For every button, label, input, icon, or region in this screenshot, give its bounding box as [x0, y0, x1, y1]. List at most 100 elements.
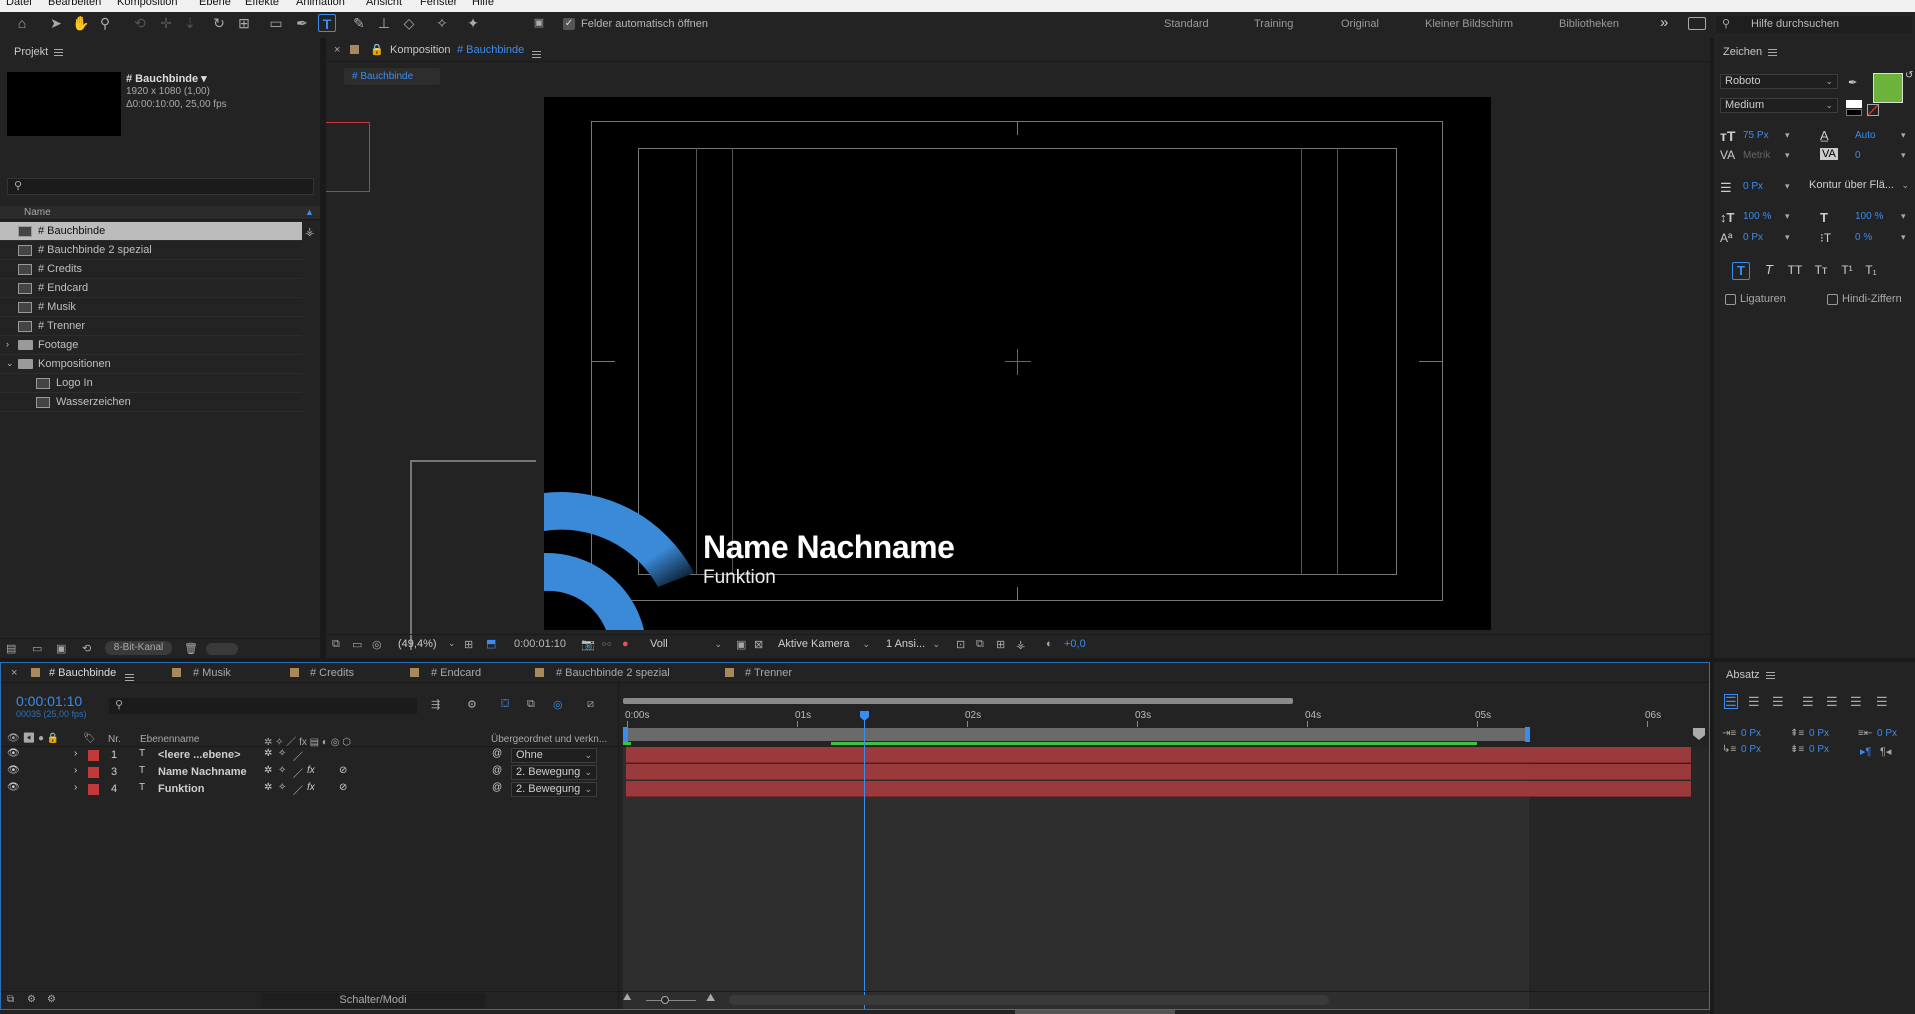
stroke-mode-dropdown[interactable]: Kontur über Flä... ⌄	[1805, 179, 1913, 194]
views-dropdown[interactable]: 1 Ansi... ⌄	[882, 638, 944, 653]
pickwhip-icon[interactable]: @	[492, 748, 502, 759]
transparency-grid-icon[interactable]: ⬒	[486, 637, 496, 650]
interpret-footage-icon[interactable]: ▤	[6, 642, 16, 655]
comp-flowchart-icon[interactable]: ⇶	[431, 698, 440, 711]
timeline-scrollbar[interactable]	[729, 995, 1329, 1005]
orbit-tool-icon[interactable]: ⟲	[131, 14, 149, 32]
column-name[interactable]: Name	[24, 207, 51, 218]
layer-name[interactable]: Name Nachname	[158, 766, 247, 778]
tsume-value[interactable]: 0 %	[1855, 232, 1872, 243]
black-swatch[interactable]	[1846, 109, 1862, 116]
chevron-down-icon[interactable]: ▾	[1785, 211, 1790, 222]
chevron-down-icon[interactable]: ▾	[1785, 130, 1790, 141]
eyedropper-icon[interactable]: ✒	[1848, 76, 1857, 89]
exposure-value[interactable]: +0,0	[1064, 638, 1086, 650]
project-item[interactable]: # Trenner	[0, 317, 302, 336]
project-item[interactable]: Wasserzeichen	[0, 393, 302, 412]
ligatures-checkbox[interactable]	[1725, 294, 1736, 305]
timeline-tab-credits[interactable]: # Credits	[310, 667, 354, 679]
flowchart-icon[interactable]: ⚶	[1016, 638, 1025, 651]
layer-row[interactable]: 👁 › T ✲ ✧ ／ fx ⊘ 4 Funktion @2. Bewegung ⌄	[1, 781, 621, 798]
project-item[interactable]: # Endcard	[0, 279, 302, 298]
project-item[interactable]: › Footage	[0, 336, 302, 355]
workspace-original[interactable]: Original	[1341, 18, 1379, 30]
region-icon[interactable]: ⊞	[464, 638, 473, 651]
eraser-tool-icon[interactable]: ◇	[400, 14, 418, 32]
pickwhip-icon[interactable]: @	[492, 782, 502, 793]
label-color-swatch[interactable]	[88, 767, 99, 778]
no-color-swatch[interactable]	[1867, 104, 1879, 116]
project-slider[interactable]	[206, 643, 238, 655]
chevron-down-icon[interactable]: ▾	[1901, 150, 1906, 161]
mask-icon[interactable]: ◎	[372, 638, 382, 651]
ltr-direction-icon[interactable]: ▸¶	[1860, 745, 1871, 758]
timeline-icon[interactable]: ⊞	[996, 638, 1005, 651]
kerning-value[interactable]: Metrik	[1743, 150, 1770, 161]
project-item[interactable]: Logo In	[0, 374, 302, 393]
roto-tool-icon[interactable]: ✧	[433, 14, 451, 32]
close-icon[interactable]: ×	[334, 44, 340, 56]
work-area-end-handle[interactable]	[1525, 727, 1530, 742]
shy-switch-icon[interactable]: ✲	[264, 765, 272, 776]
menu-icon[interactable]	[54, 48, 64, 56]
layer-bar-3[interactable]	[626, 764, 1691, 780]
draft-3d-icon[interactable]: ⚙	[467, 698, 477, 711]
faux-bold-button[interactable]: T	[1732, 262, 1750, 280]
project-search[interactable]: ⚲	[7, 178, 314, 195]
snapping-icon[interactable]: ▣	[530, 14, 548, 32]
rotate-tool-icon[interactable]: ↻	[210, 14, 228, 32]
pan-tool-icon[interactable]: ✛	[157, 14, 175, 32]
menu-ansicht[interactable]: Ansicht	[366, 0, 402, 8]
label-column-icon[interactable]: 🏷	[83, 733, 96, 744]
help-search-input[interactable]: Hilfe durchsuchen	[1751, 18, 1839, 30]
project-item[interactable]: ⌄ Kompositionen	[0, 355, 302, 374]
selection-tool-icon[interactable]: ➤	[47, 14, 65, 32]
leading-value[interactable]: Auto	[1855, 130, 1876, 141]
in-out-icon[interactable]: ⚙	[47, 994, 56, 1005]
faux-italic-button[interactable]: T	[1760, 262, 1778, 280]
chevron-down-icon[interactable]: ▾	[1785, 232, 1790, 243]
work-area-navigator[interactable]	[623, 698, 1293, 704]
motion-blur-icon[interactable]: ◎	[553, 698, 563, 711]
toggle-pixel-icon[interactable]: ⊡	[956, 638, 965, 651]
align-right-icon[interactable]: ☰	[1772, 694, 1784, 710]
comp-tab[interactable]: # Bauchbinde	[344, 68, 440, 85]
project-item[interactable]: # Bauchbinde 2 spezial	[0, 241, 302, 260]
label-color-swatch[interactable]	[88, 750, 99, 761]
puppet-tool-icon[interactable]: ✦	[464, 14, 482, 32]
chevron-down-icon[interactable]: ▾	[1901, 130, 1906, 141]
grid-icon[interactable]: ⊠	[754, 638, 763, 651]
fill-color-swatch[interactable]	[1873, 73, 1903, 103]
preview-name-text[interactable]: Name Nachname	[703, 529, 955, 566]
menu-datei[interactable]: Datei	[6, 0, 32, 8]
rtl-direction-icon[interactable]: ¶◂	[1880, 745, 1891, 758]
new-comp-icon[interactable]: ▣	[56, 642, 66, 655]
chevron-right-icon[interactable]: ›	[74, 765, 77, 776]
timeline-tab-trenner[interactable]: # Trenner	[745, 667, 792, 679]
toggle-switches-modes[interactable]: Schalter/Modi	[261, 993, 485, 1008]
quality-switch-icon[interactable]: ／	[293, 782, 303, 797]
anchor-tool-icon[interactable]: ⊞	[235, 14, 253, 32]
preview-icon[interactable]: ⧉	[332, 638, 340, 651]
layer-name[interactable]: Funktion	[158, 783, 204, 795]
layer-bar-1[interactable]	[626, 747, 1691, 763]
text-tool-icon[interactable]: T	[318, 14, 336, 32]
exposure-icon[interactable]: ◐	[1046, 638, 1053, 650]
horizontal-scale-value[interactable]: 100 %	[1855, 211, 1883, 222]
av-switches-icon[interactable]: 👁 ◀ ● 🔒	[7, 733, 59, 744]
shy-switch-icon[interactable]: ✲	[264, 748, 272, 759]
menu-hilfe[interactable]: Hilfe	[472, 0, 494, 8]
menu-fenster[interactable]: Fenster	[420, 0, 457, 8]
justify-all-icon[interactable]: ☰	[1876, 694, 1888, 710]
collapse-switch-icon[interactable]: ✧	[278, 782, 286, 793]
font-size-value[interactable]: 75 Px	[1743, 130, 1769, 141]
project-item[interactable]: # Musik	[0, 298, 302, 317]
baseline-shift-value[interactable]: 0 Px	[1743, 232, 1763, 243]
zoom-slider-thumb[interactable]	[661, 996, 669, 1004]
first-line-value[interactable]: 0 Px	[1741, 744, 1761, 755]
column-number[interactable]: Nr.	[108, 734, 121, 745]
current-time-indicator[interactable]	[864, 713, 865, 1009]
zoom-dropdown[interactable]: (49,4%)	[398, 638, 437, 650]
dolly-tool-icon[interactable]: ⇣	[181, 14, 199, 32]
all-caps-button[interactable]: TT	[1784, 262, 1806, 280]
